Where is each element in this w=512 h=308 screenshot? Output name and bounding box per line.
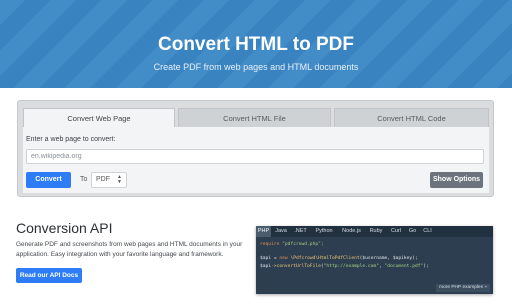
lang-tab-nodejs[interactable]: Node.js	[338, 226, 365, 237]
lang-tab-curl[interactable]: Curl	[387, 226, 405, 237]
code-token: new	[279, 256, 288, 262]
lang-tab-php[interactable]: PHP	[256, 226, 271, 237]
api-section-title: Conversion API	[16, 220, 113, 236]
tab-convert-web-page[interactable]: Convert Web Page	[23, 108, 175, 127]
language-tabs: PHP Java .NET Python Node.js Ruby Curl G…	[256, 226, 493, 237]
to-label: To	[80, 176, 88, 183]
convert-button[interactable]: Convert	[26, 172, 71, 188]
tab-convert-html-code[interactable]: Convert HTML Code	[334, 108, 489, 127]
page-title: Convert HTML to PDF	[158, 34, 354, 55]
converter-panel: Convert Web Page Convert HTML File Conve…	[17, 100, 494, 197]
code-token: \Pdfcrowd\HtmlToPdfClient	[287, 256, 360, 262]
tab-convert-html-file[interactable]: Convert HTML File	[178, 108, 331, 127]
code-token: ->convertUrlToFile	[271, 263, 321, 269]
output-format-value: PDF	[96, 176, 110, 183]
output-format-select[interactable]: PDF ▲ ▼	[91, 172, 127, 188]
lang-tab-java[interactable]: Java	[272, 226, 290, 237]
more-examples-link[interactable]: more PHP examples »	[436, 284, 490, 292]
page-subtitle: Create PDF from web pages and HTML docum…	[153, 62, 359, 72]
url-label: Enter a web page to convert:	[26, 136, 116, 143]
api-description: Generate PDF and screenshots from web pa…	[16, 241, 243, 258]
lang-tab-cli[interactable]: CLI	[420, 226, 435, 237]
code-token: );	[423, 263, 429, 269]
code-token: ($username, $apikey);	[359, 256, 418, 262]
code-token: $api	[260, 256, 272, 262]
code-token: require	[260, 242, 280, 247]
lang-tab-python[interactable]: Python	[311, 226, 337, 237]
code-token: "document.pdf"	[384, 263, 424, 269]
lang-tab-go[interactable]: Go	[406, 226, 419, 237]
code-example-panel: PHP Java .NET Python Node.js Ruby Curl G…	[256, 226, 493, 294]
select-arrows-icon: ▲ ▼	[117, 174, 122, 185]
api-docs-button[interactable]: Read our API Docs	[16, 268, 82, 283]
converter-tabs: Convert Web Page Convert HTML File Conve…	[23, 108, 489, 127]
tab-content: Enter a web page to convert: Convert To …	[23, 127, 489, 193]
lang-tab-ruby[interactable]: Ruby	[366, 226, 386, 237]
url-input[interactable]	[26, 149, 484, 164]
code-token: $api	[260, 263, 272, 269]
lang-tab-dotnet[interactable]: .NET	[291, 226, 310, 237]
code-snippet: require "pdfcrowd.php"; $api = new \Pdfc…	[260, 241, 429, 270]
hero-banner: Convert HTML to PDF Create PDF from web …	[0, 0, 512, 88]
code-token: "pdfcrowd.php";	[279, 242, 324, 247]
show-options-button[interactable]: Show Options	[430, 172, 483, 188]
code-token: "http://example.com"	[323, 263, 379, 269]
